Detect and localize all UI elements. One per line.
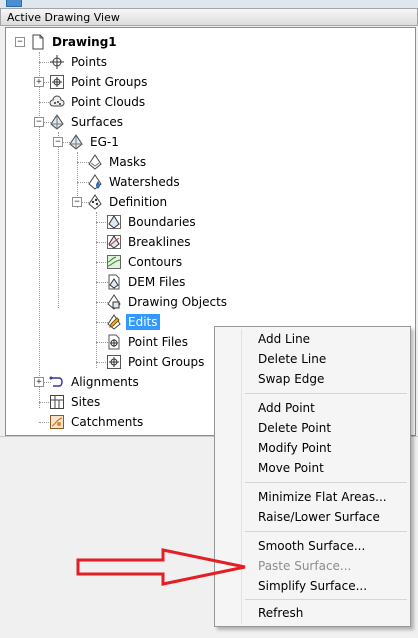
tree-item-label: Catchments: [71, 415, 144, 429]
tree-item-boundaries[interactable]: Boundaries: [106, 212, 198, 232]
tree-item-masks[interactable]: Masks: [87, 152, 148, 172]
contour-icon: [106, 254, 122, 270]
tree-item-label: Sites: [71, 395, 101, 409]
expand-toggle[interactable]: +: [34, 77, 44, 87]
site-icon: [49, 394, 65, 410]
tree-item-contours[interactable]: Contours: [106, 252, 184, 272]
mask-icon: [87, 154, 103, 170]
edit-pencil-icon: [106, 314, 122, 330]
menu-separator: [245, 599, 407, 600]
tree-item-breaklines[interactable]: Breaklines: [106, 232, 193, 252]
menu-item-add-line[interactable]: Add Line: [217, 329, 408, 349]
tree-item-watersheds[interactable]: Watersheds: [87, 172, 182, 192]
point-cloud-icon: [49, 94, 65, 110]
tree-item-def-point-groups[interactable]: Point Groups: [106, 352, 206, 372]
definition-icon: [87, 194, 103, 210]
expand-toggle[interactable]: +: [34, 377, 44, 387]
red-arrow-icon: [76, 548, 246, 586]
alignment-icon: [49, 374, 65, 390]
drawing-object-icon: [106, 294, 122, 310]
collapse-toggle[interactable]: −: [72, 197, 82, 207]
tree-item-edits[interactable]: Edits: [106, 312, 160, 332]
tree-item-point-clouds[interactable]: Point Clouds: [49, 92, 147, 112]
tree-item-point-files[interactable]: Point Files: [106, 332, 190, 352]
tree-item-catchments[interactable]: Catchments: [49, 412, 145, 432]
collapse-toggle[interactable]: −: [15, 37, 25, 47]
menu-item-raise-lower-surface[interactable]: Raise/Lower Surface: [217, 507, 408, 527]
tree-item-label: Point Groups: [128, 355, 205, 369]
tree-item-drawing[interactable]: Drawing1: [30, 32, 119, 52]
tree-item-label: Edits: [126, 314, 160, 330]
menu-item-swap-edge[interactable]: Swap Edge: [217, 369, 408, 389]
document-icon: [30, 34, 46, 50]
menu-item-modify-point[interactable]: Modify Point: [217, 438, 408, 458]
point-group-icon: [106, 354, 122, 370]
tree-item-label: Point Groups: [71, 75, 148, 89]
tree-item-label: EG-1: [90, 135, 119, 149]
tree-line: [39, 52, 40, 408]
tree-item-label: Contours: [128, 255, 183, 269]
tree-item-label: Breaklines: [128, 235, 191, 249]
tree-item-label: Alignments: [71, 375, 139, 389]
tree-item-label: Watersheds: [109, 175, 180, 189]
panel-tab[interactable]: [6, 0, 22, 7]
tree-line: [96, 212, 97, 368]
tree-item-drawing-objects[interactable]: Drawing Objects: [106, 292, 229, 312]
menu-item-add-point[interactable]: Add Point: [217, 398, 408, 418]
tree-item-point-groups[interactable]: Point Groups: [49, 72, 149, 92]
tree-item-label: Point Clouds: [71, 95, 146, 109]
point-group-icon: [49, 74, 65, 90]
menu-separator: [245, 393, 407, 394]
tree-item-label: Definition: [109, 195, 168, 209]
tree-item-surfaces[interactable]: Surfaces: [49, 112, 125, 132]
tree-item-definition[interactable]: Definition: [87, 192, 169, 212]
tree-item-label: DEM Files: [128, 275, 186, 289]
tree-item-sites[interactable]: Sites: [49, 392, 102, 412]
menu-item-delete-point[interactable]: Delete Point: [217, 418, 408, 438]
point-icon: [49, 54, 65, 70]
tree-item-label: Points: [71, 55, 108, 69]
menu-item-move-point[interactable]: Move Point: [217, 458, 408, 478]
view-selector[interactable]: Active Drawing View: [0, 8, 418, 26]
tree-item-label: Masks: [109, 155, 147, 169]
point-file-icon: [106, 334, 122, 350]
catchment-icon: [49, 414, 65, 430]
tree-item-dem-files[interactable]: DEM Files: [106, 272, 187, 292]
tree-item-points[interactable]: Points: [49, 52, 109, 72]
tree-item-label: Boundaries: [128, 215, 196, 229]
tree-item-label: Surfaces: [71, 115, 123, 129]
dem-file-icon: [106, 274, 122, 290]
menu-item-refresh[interactable]: Refresh: [217, 603, 408, 623]
collapse-toggle[interactable]: −: [34, 117, 44, 127]
surface-icon: [68, 134, 84, 150]
menu-separator: [245, 531, 407, 532]
surface-icon: [49, 114, 65, 130]
view-selector-label: Active Drawing View: [7, 11, 120, 24]
menu-item-delete-line[interactable]: Delete Line: [217, 349, 408, 369]
collapse-toggle[interactable]: −: [53, 137, 63, 147]
tree-line: [58, 132, 59, 308]
boundary-icon: [106, 214, 122, 230]
tree-item-label: Drawing Objects: [128, 295, 228, 309]
watershed-icon: [87, 174, 103, 190]
tree-item-label: Drawing1: [52, 35, 117, 49]
menu-separator: [245, 482, 407, 483]
breakline-icon: [106, 234, 122, 250]
tree-item-alignments[interactable]: Alignments: [49, 372, 141, 392]
menu-item-minimize-flat-areas[interactable]: Minimize Flat Areas...: [217, 487, 408, 507]
tree-item-eg1[interactable]: EG-1: [68, 132, 121, 152]
tree-item-label: Point Files: [128, 335, 188, 349]
